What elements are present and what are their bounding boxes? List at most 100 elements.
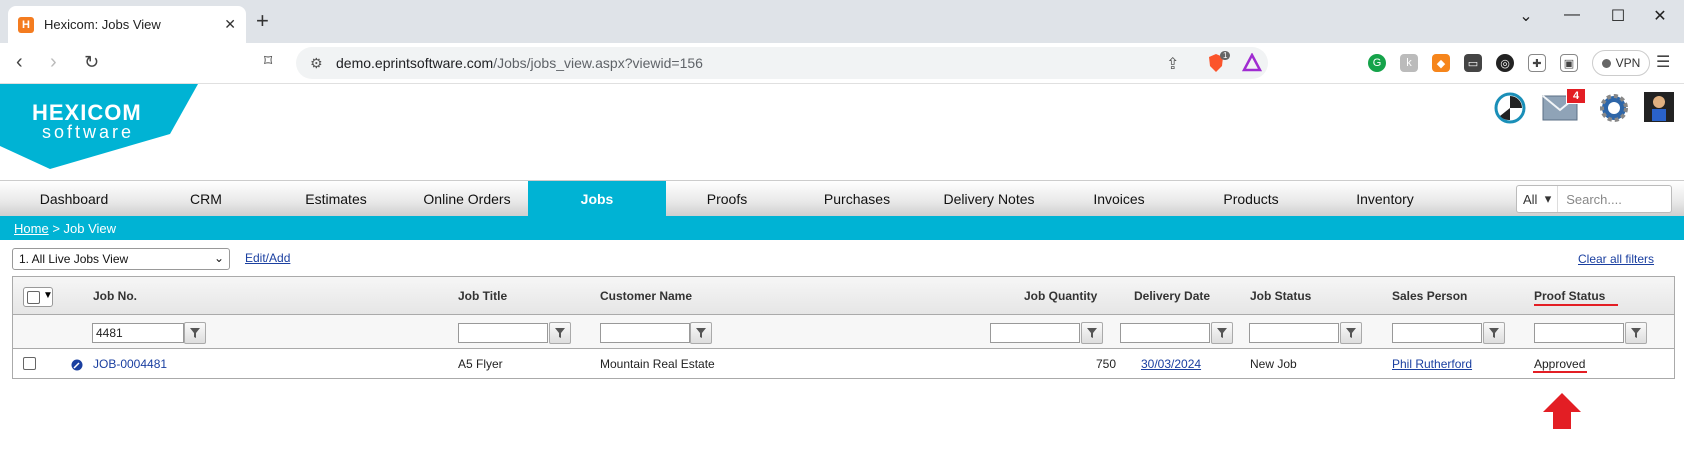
jobs-grid: ▼ Job No. Job Title Customer Name Job Qu… [12,276,1675,379]
filter-icon[interactable] [549,322,571,344]
forward-icon[interactable]: › [50,51,57,73]
col-header-job-quantity[interactable]: Job Quantity [1024,289,1097,303]
nav-proofs[interactable]: Proofs [662,181,792,217]
filter-customer-name-input[interactable] [600,323,690,343]
browser-menu-icon[interactable]: ☰ [1656,52,1670,72]
url-bar[interactable]: ⚙ demo.eprintsoftware.com/Jobs/jobs_view… [296,47,1268,79]
annotation-underline [1533,371,1587,373]
nav-invoices[interactable]: Invoices [1056,181,1182,217]
user-avatar[interactable] [1644,92,1674,122]
filter-job-no-input[interactable]: 4481 [92,323,184,343]
nav-delivery-notes[interactable]: Delivery Notes [922,181,1056,217]
bookmark-icon[interactable]: ⌑ [264,51,272,73]
search-scope-select[interactable]: All ▾ [1517,186,1559,212]
filter-icon[interactable] [1211,322,1233,344]
mail-count-badge: 4 [1566,88,1586,104]
breadcrumb-home-link[interactable]: Home [14,221,49,236]
share-icon[interactable]: ⇪ [1166,54,1179,74]
filter-proof-status-input[interactable] [1534,323,1624,343]
col-header-job-no[interactable]: Job No. [93,289,137,303]
cell-job-quantity: 750 [1095,357,1116,371]
extension-icon[interactable]: k [1400,54,1418,72]
breadcrumb-separator: > [52,220,60,236]
new-tab-icon[interactable]: + [256,10,269,32]
reload-icon[interactable]: ↻ [84,51,99,73]
col-header-customer-name[interactable]: Customer Name [600,289,692,303]
help-globe-icon[interactable] [1494,92,1526,124]
minimize-icon[interactable]: — [1552,6,1592,24]
select-all-dropdown[interactable]: ▼ [23,287,53,307]
address-toolbar: ‹ › ↻ ⌑ ⚙ demo.eprintsoftware.com/Jobs/j… [0,43,1684,84]
search-scope-value: All [1523,191,1538,207]
breadcrumb-current: Job View [63,220,117,236]
global-search: All ▾ Search.... [1516,185,1672,213]
tab-search-chevron-icon[interactable]: ⌄ [1506,6,1546,26]
col-header-sales-person[interactable]: Sales Person [1392,289,1467,303]
cell-proof-status: Approved [1534,357,1586,371]
nav-crm[interactable]: CRM [142,181,270,217]
maximize-icon[interactable]: ☐ [1598,6,1638,26]
breadcrumb: Home > Job View [0,216,1684,240]
col-header-job-title[interactable]: Job Title [458,289,507,303]
edit-add-link[interactable]: Edit/Add [245,251,290,265]
col-header-delivery-date[interactable]: Delivery Date [1134,289,1210,303]
nav-estimates[interactable]: Estimates [272,181,400,217]
filter-icon[interactable] [1340,322,1362,344]
chevron-down-icon: ▼ [43,290,53,301]
cell-job-title: A5 Flyer [458,357,503,371]
main-navigation: Dashboard CRM Estimates Online Orders Jo… [0,180,1684,217]
filter-job-title-input[interactable] [458,323,548,343]
nav-products[interactable]: Products [1186,181,1316,217]
filter-delivery-date-input[interactable] [1120,323,1210,343]
filter-icon[interactable] [690,322,712,344]
row-checkbox[interactable] [23,357,36,370]
logo-line2: software [42,122,135,142]
col-header-proof-status[interactable]: Proof Status [1534,289,1605,303]
filter-icon[interactable] [1483,322,1505,344]
metamask-icon[interactable]: ◆ [1432,54,1450,72]
filter-sales-person-input[interactable] [1392,323,1482,343]
extensions-puzzle-icon[interactable]: ✚ [1528,54,1546,72]
filter-icon[interactable] [184,322,206,344]
hexicom-favicon-icon: H [18,16,34,33]
site-info-icon[interactable]: ⚙ [310,55,323,72]
close-tab-icon[interactable]: ✕ [224,16,236,33]
grid-header: ▼ Job No. Job Title Customer Name Job Qu… [13,277,1674,315]
view-select[interactable]: 1. All Live Jobs View ⌄ [12,248,230,270]
table-row[interactable]: JOB-0004481 A5 Flyer Mountain Real Estat… [13,349,1674,378]
nav-online-orders[interactable]: Online Orders [402,181,532,217]
cell-sales-person[interactable]: Phil Rutherford [1392,357,1472,371]
nav-purchases[interactable]: Purchases [792,181,922,217]
view-select-value: 1. All Live Jobs View [19,252,129,266]
settings-gear-icon[interactable] [1598,92,1630,124]
screen-cast-icon[interactable]: ▭ [1464,54,1482,72]
back-icon[interactable]: ‹ [16,51,23,73]
search-input[interactable]: Search.... [1558,192,1622,207]
filter-job-quantity-input[interactable] [990,323,1080,343]
filter-job-status-input[interactable] [1249,323,1339,343]
close-window-icon[interactable]: ✕ [1640,6,1680,26]
edit-pencil-icon[interactable] [71,358,83,376]
shield-count-badge: 1 [1220,51,1231,60]
clear-all-filters-link[interactable]: Clear all filters [1578,252,1654,266]
browser-tab-bar: H Hexicom: Jobs View ✕ + ⌄ — ☐ ✕ [0,0,1684,43]
cell-delivery-date[interactable]: 30/03/2024 [1141,357,1201,371]
hexicom-logo[interactable]: HEXICOM software [0,84,200,169]
vpn-button[interactable]: VPN [1592,50,1650,76]
select-all-checkbox[interactable] [27,291,40,304]
col-header-job-status[interactable]: Job Status [1250,289,1311,303]
brave-rewards-icon[interactable] [1241,52,1263,76]
search-lens-icon[interactable]: ◎ [1496,54,1514,72]
nav-inventory[interactable]: Inventory [1320,181,1450,217]
chevron-down-icon: ▾ [1544,191,1552,206]
url-path: /Jobs/jobs_view.aspx?viewid=156 [493,55,703,71]
nav-jobs[interactable]: Jobs [528,181,666,217]
filter-icon[interactable] [1625,322,1647,344]
browser-tab[interactable]: H Hexicom: Jobs View ✕ [8,6,246,43]
nav-dashboard[interactable]: Dashboard [10,181,138,217]
wallet-icon[interactable]: ▣ [1560,54,1578,72]
vpn-status-icon [1601,58,1611,68]
filter-icon[interactable] [1081,322,1103,344]
cell-job-no[interactable]: JOB-0004481 [93,357,167,371]
grammarly-icon[interactable]: G [1368,54,1386,72]
